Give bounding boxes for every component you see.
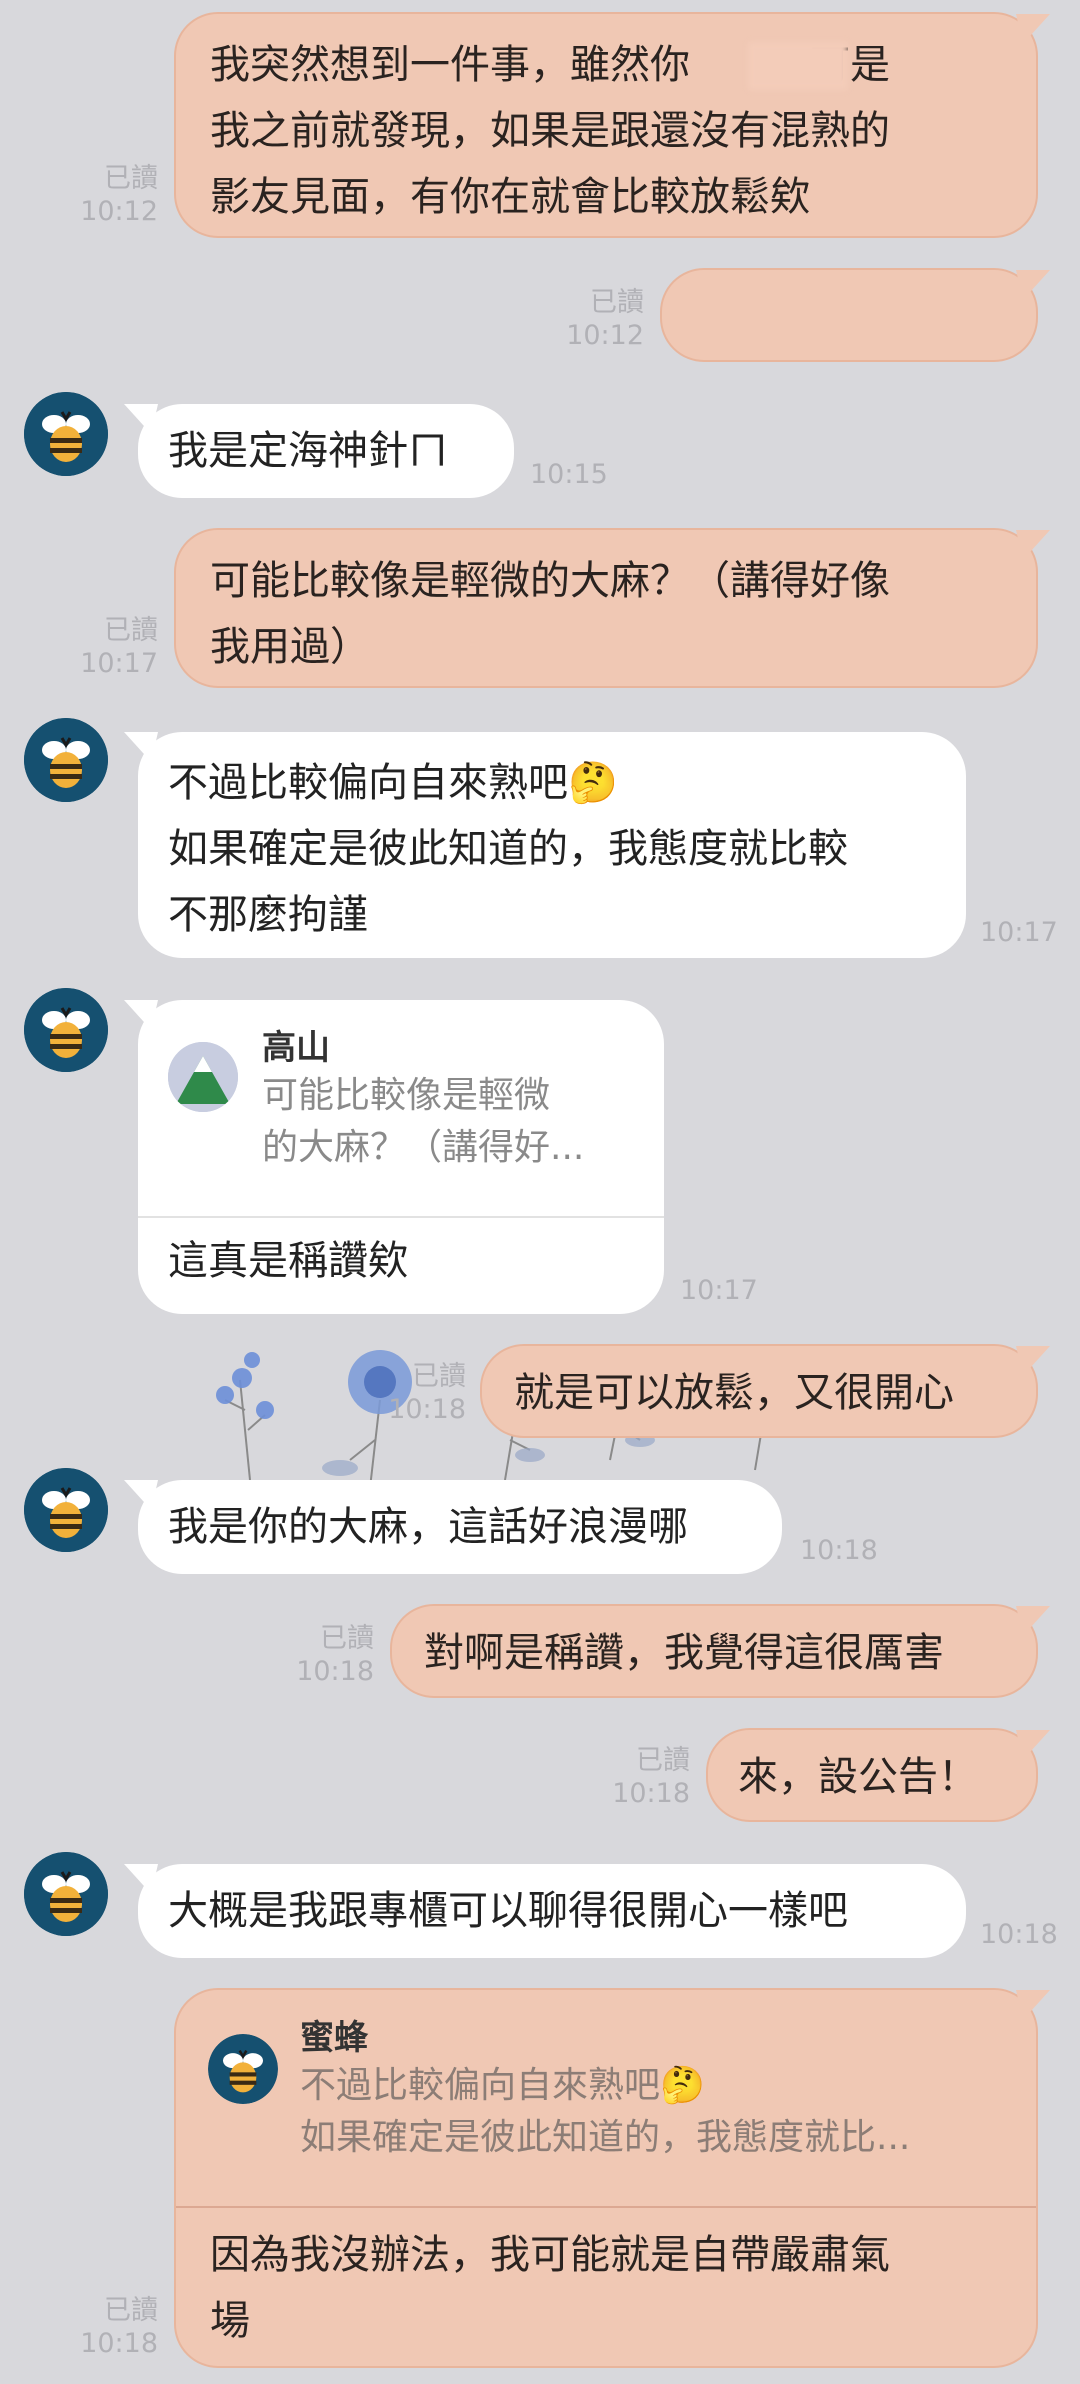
message-text: 大概是我跟專櫃可以聊得很開心一樣吧	[168, 1888, 848, 1934]
message-text: 可能比較像是輕微的大麻？（講得好像 我用過）	[210, 558, 890, 670]
message-text: 我是你的大麻，這話好浪漫哪	[168, 1504, 688, 1550]
message-bubble-outgoing[interactable]: 可能比較像是輕微的大麻？（講得好像 我用過）	[174, 528, 1050, 688]
quoted-message[interactable]: 蜜蜂 不過比較偏向自來熟吧🤔 如果確定是彼此知道的，我態度就比...	[300, 2016, 910, 2164]
bee-avatar-icon[interactable]	[24, 392, 108, 476]
message-time: 10:17	[680, 1275, 758, 1306]
message-time: 10:15	[530, 459, 608, 490]
message-text: 這真是稱讚欸	[168, 1238, 408, 1284]
bee-avatar-icon[interactable]	[24, 988, 108, 1072]
read-receipt: 已讀 10:18	[612, 1745, 690, 1809]
message-bubble-outgoing[interactable]: 我突然想到一件事，雖然你 ，可是 我之前就發現，如果是跟還沒有混熟的 影友見面，…	[174, 12, 1050, 238]
message-time: 10:17	[980, 917, 1058, 948]
read-receipt: 已讀 10:18	[296, 1623, 374, 1687]
message-bubble-outgoing-reply[interactable]: 蜜蜂 不過比較偏向自來熟吧🤔 如果確定是彼此知道的，我態度就比... 因為我沒辦…	[174, 1988, 1050, 2368]
read-receipt: 已讀 10:12	[80, 163, 158, 227]
read-receipt: 已讀 10:17	[80, 615, 158, 679]
read-receipt: 已讀 10:18	[388, 1361, 466, 1425]
message-text: 我是定海神針ㄇ	[168, 428, 448, 474]
message-bubble-outgoing[interactable]: 就是可以放鬆，又很開心	[480, 1344, 1050, 1438]
message-bubble-incoming[interactable]: 大概是我跟專櫃可以聊得很開心一樣吧	[124, 1864, 966, 1958]
bee-avatar-icon[interactable]	[24, 1468, 108, 1552]
quoted-text: 可能比較像是輕微 的大麻？（講得好...	[262, 1075, 585, 1168]
message-text: 就是可以放鬆，又很開心	[514, 1370, 954, 1416]
message-bubble-outgoing[interactable]: 來，設公告！	[706, 1728, 1050, 1822]
message-bubble-incoming[interactable]: 不過比較偏向自來熟吧🤔 如果確定是彼此知道的，我態度就比較 不那麼拘謹	[124, 732, 966, 958]
mountain-avatar-icon	[168, 1042, 238, 1112]
bee-avatar-icon[interactable]	[24, 1852, 108, 1936]
bee-avatar-icon[interactable]	[24, 718, 108, 802]
read-receipt: 已讀 10:12	[566, 287, 644, 351]
message-text: 因為我沒辦法，我可能就是自帶嚴肅氣 場	[210, 2232, 890, 2344]
message-bubble-outgoing[interactable]: 對啊是稱讚，我覺得這很厲害	[390, 1604, 1050, 1698]
message-text: 來，設公告！	[738, 1754, 978, 1800]
message-bubble-incoming[interactable]: 我是定海神針ㄇ	[124, 404, 514, 498]
quoted-text: 不過比較偏向自來熟吧🤔 如果確定是彼此知道的，我態度就比...	[300, 2065, 911, 2158]
reply-divider	[138, 1216, 664, 1218]
message-text: 不過比較偏向自來熟吧🤔 如果確定是彼此知道的，我態度就比較 不那麼拘謹	[168, 760, 848, 938]
message-bubble-outgoing[interactable]	[660, 268, 1050, 362]
quoted-sender-name: 蜜蜂	[300, 2018, 368, 2058]
read-receipt: 已讀 10:18	[80, 2295, 158, 2359]
quoted-sender-name: 高山	[262, 1028, 330, 1068]
message-time: 10:18	[800, 1535, 878, 1566]
quoted-message[interactable]: 高山 可能比較像是輕微 的大麻？（講得好...	[262, 1026, 584, 1174]
message-bubble-incoming[interactable]: 我是你的大麻，這話好浪漫哪	[124, 1480, 782, 1574]
message-text: 對啊是稱讚，我覺得這很厲害	[424, 1630, 944, 1676]
message-time: 10:18	[980, 1919, 1058, 1950]
reply-divider	[176, 2206, 1036, 2208]
message-text: 我突然想到一件事，雖然你 ，可是 我之前就發現，如果是跟還沒有混熟的 影友見面，…	[210, 42, 890, 220]
message-bubble-incoming-reply[interactable]: 高山 可能比較像是輕微 的大麻？（講得好... 這真是稱讚欸	[124, 1000, 664, 1314]
bee-avatar-icon	[208, 2034, 278, 2104]
